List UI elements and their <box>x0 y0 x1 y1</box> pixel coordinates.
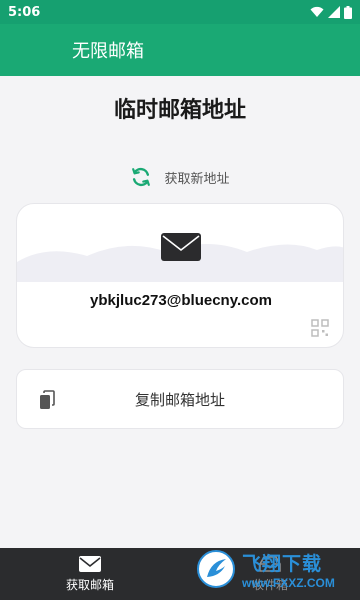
watermark-url: www.FXXZ.COM <box>242 575 335 590</box>
signal-icon <box>328 6 340 18</box>
status-bar: 5:06 <box>0 0 360 24</box>
status-time: 5:06 <box>8 4 41 20</box>
qr-code-icon[interactable] <box>311 319 329 337</box>
watermark: 飞翔下载 www.FXXZ.COM <box>196 540 356 598</box>
email-card: ybkjluc273@bluecny.com <box>16 203 344 348</box>
copy-label: 复制邮箱地址 <box>134 390 225 409</box>
watermark-brand: 飞翔下载 <box>242 553 323 575</box>
page-title: 临时邮箱地址 <box>113 98 246 123</box>
tab-get-mailbox[interactable]: 获取邮箱 <box>0 548 180 600</box>
copy-icon <box>40 390 55 409</box>
app-bar: 无限邮箱 <box>0 24 360 76</box>
refresh-label: 获取新地址 <box>164 171 230 187</box>
refresh-new-address-button[interactable]: 获取新地址 <box>0 166 360 188</box>
battery-icon <box>344 5 352 19</box>
wifi-icon <box>310 6 324 17</box>
app-title: 无限邮箱 <box>72 41 144 62</box>
status-icons <box>310 5 352 19</box>
watermark-text: 飞翔下载 www.FXXZ.COM <box>242 549 335 590</box>
mail-icon <box>161 233 201 261</box>
tab-get-mailbox-label: 获取邮箱 <box>65 578 114 592</box>
refresh-icon <box>132 167 151 187</box>
copy-address-button[interactable]: 复制邮箱地址 <box>16 369 344 429</box>
email-address[interactable]: ybkjluc273@bluecny.com <box>17 292 343 309</box>
watermark-logo <box>197 550 235 588</box>
mail-icon <box>79 556 101 572</box>
